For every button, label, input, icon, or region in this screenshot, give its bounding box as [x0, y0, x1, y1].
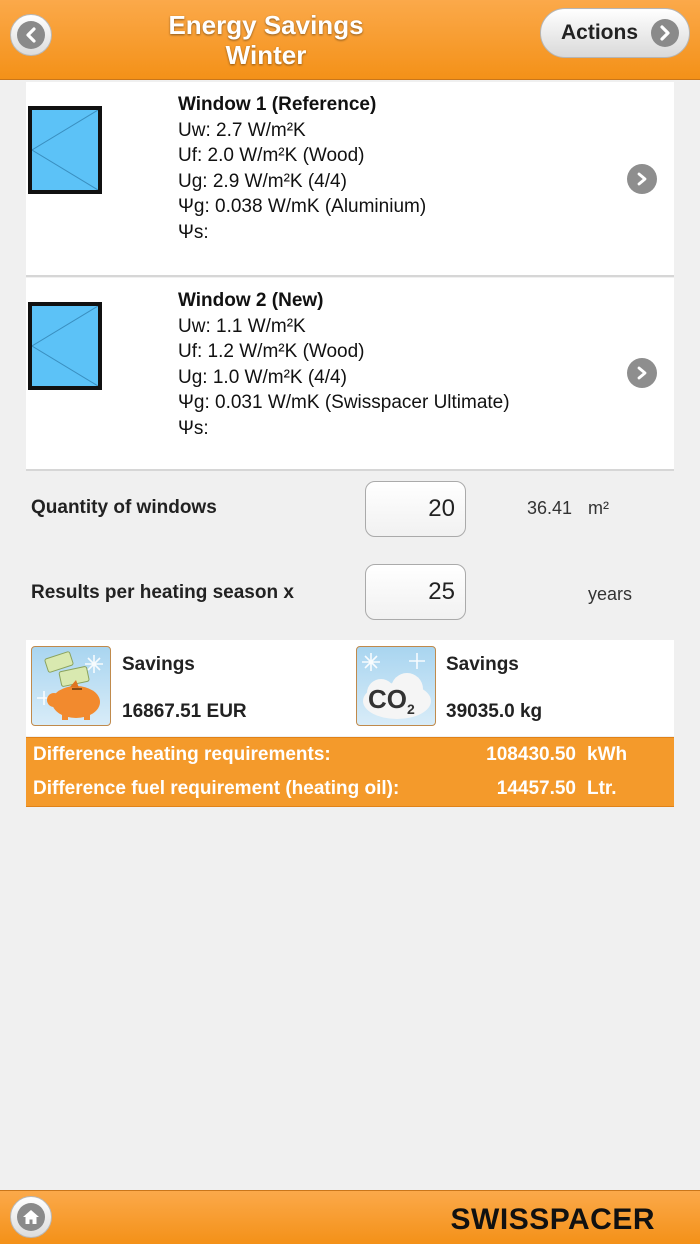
- difference-value: 108430.50: [486, 744, 576, 765]
- savings-co2-value: 39035.0 kg: [446, 701, 543, 722]
- window-card-reference[interactable]: Window 1 (Reference) Uw: 2.7 W/m²K Uf: 2…: [26, 82, 674, 277]
- window-icon: [28, 106, 102, 194]
- savings-panel: Savings 16867.51 EUR CO2 Savings 39035.0…: [26, 640, 674, 736]
- page-title: Energy Savings Winter: [140, 10, 392, 70]
- years-unit: years: [588, 584, 633, 604]
- area-value: 36.41: [527, 498, 573, 518]
- savings-money-title: Savings: [122, 654, 195, 675]
- title-line-2: Winter: [225, 40, 307, 70]
- chevron-right-icon[interactable]: [627, 358, 657, 388]
- difference-unit: kWh: [587, 744, 628, 765]
- savings-co2-title: Savings: [446, 654, 519, 675]
- area-unit: m²: [588, 498, 609, 518]
- window-uw: Uw: 1.1 W/m²K: [178, 315, 306, 337]
- window-icon: [28, 302, 102, 390]
- back-button[interactable]: [10, 14, 52, 56]
- window-details: Window 1 (Reference) Uw: 2.7 W/m²K Uf: 2…: [178, 92, 426, 245]
- actions-label: Actions: [561, 21, 639, 44]
- home-button[interactable]: [10, 1196, 52, 1238]
- window-psis: Ψs:: [178, 221, 209, 243]
- difference-row-heating: Difference heating requirements: 108430.…: [26, 738, 674, 772]
- window-title: Window 2 (New): [178, 290, 324, 311]
- window-ug: Ug: 2.9 W/m²K (4/4): [178, 170, 347, 192]
- savings-money-value: 16867.51 EUR: [122, 701, 247, 722]
- quantity-input[interactable]: [365, 481, 466, 537]
- difference-panel: Difference heating requirements: 108430.…: [26, 737, 674, 807]
- chevron-right-icon: [651, 19, 679, 47]
- header-bar: Energy Savings Winter Actions: [0, 0, 700, 80]
- difference-label: Difference fuel requirement (heating oil…: [33, 778, 400, 799]
- chevron-right-icon[interactable]: [627, 164, 657, 194]
- window-card-new[interactable]: Window 2 (New) Uw: 1.1 W/m²K Uf: 1.2 W/m…: [26, 278, 674, 471]
- co2-icon-text: CO2: [368, 684, 415, 718]
- chevron-left-icon: [17, 21, 45, 49]
- window-uf: Uf: 2.0 W/m²K (Wood): [178, 145, 365, 166]
- window-uf: Uf: 1.2 W/m²K (Wood): [178, 341, 365, 362]
- window-ug: Ug: 1.0 W/m²K (4/4): [178, 366, 347, 388]
- actions-button[interactable]: Actions: [540, 8, 690, 58]
- window-details: Window 2 (New) Uw: 1.1 W/m²K Uf: 1.2 W/m…: [178, 288, 510, 441]
- footer-bar: SWISSPACER: [0, 1190, 700, 1244]
- piggy-bank-icon: [31, 646, 111, 726]
- title-line-1: Energy Savings: [168, 10, 364, 40]
- season-input[interactable]: [365, 564, 466, 620]
- co2-cloud-icon: CO2: [356, 646, 436, 726]
- difference-label: Difference heating requirements:: [33, 744, 331, 765]
- difference-unit: Ltr.: [587, 778, 617, 799]
- window-uw: Uw: 2.7 W/m²K: [178, 119, 306, 141]
- difference-row-fuel: Difference fuel requirement (heating oil…: [26, 772, 674, 806]
- window-psis: Ψs:: [178, 417, 209, 439]
- quantity-label: Quantity of windows: [31, 497, 217, 518]
- brand-logo: SWISSPACER: [450, 1203, 655, 1236]
- season-label: Results per heating season x: [31, 582, 294, 603]
- window-title: Window 1 (Reference): [178, 94, 377, 115]
- home-icon: [17, 1203, 45, 1231]
- window-psig: Ψg: 0.038 W/mK (Aluminium): [178, 196, 427, 217]
- window-psig: Ψg: 0.031 W/mK (Swisspacer Ultimate): [178, 392, 510, 413]
- difference-value: 14457.50: [496, 778, 576, 799]
